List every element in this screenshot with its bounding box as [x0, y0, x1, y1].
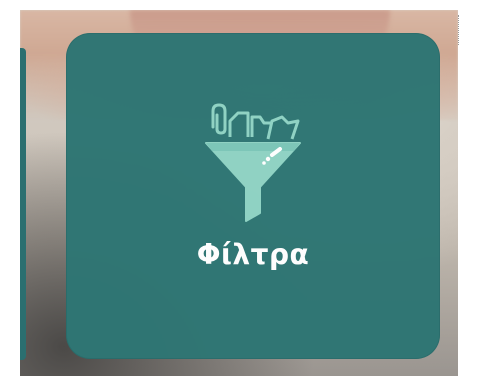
screenshot-frame: Φίλτρα — [20, 10, 458, 376]
scrollbar-handle[interactable] — [458, 15, 463, 45]
filter-funnel-with-files-icon — [198, 103, 308, 223]
filters-card[interactable]: Φίλτρα — [66, 33, 440, 359]
filter-funnel-svg — [205, 103, 301, 222]
card-label: Φίλτρα — [196, 238, 310, 271]
adjacent-card-edge[interactable] — [20, 48, 26, 360]
